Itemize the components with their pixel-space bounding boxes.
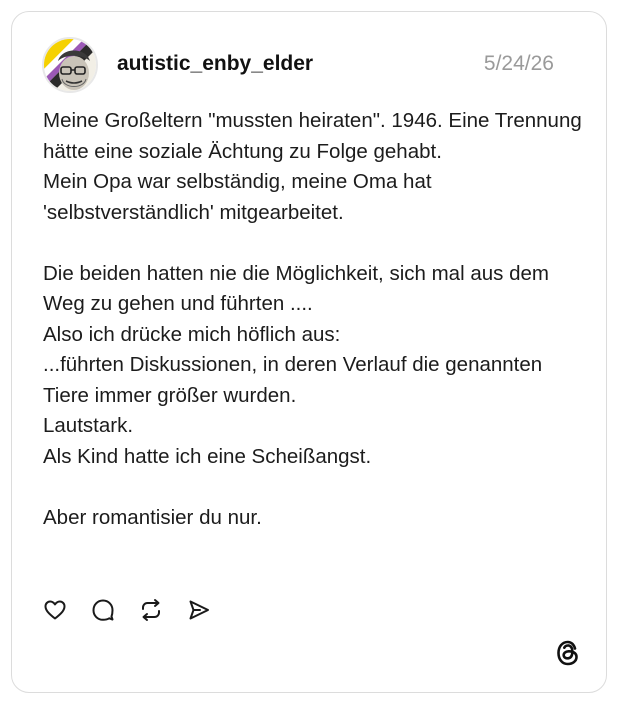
comment-button[interactable] — [90, 597, 116, 623]
post-body: Meine Großeltern "mussten heiraten". 194… — [43, 106, 583, 533]
comment-icon — [92, 599, 114, 621]
post-line: ...führten Diskussionen, in deren Verlau… — [43, 353, 548, 407]
like-button[interactable] — [42, 597, 68, 623]
threads-logo-icon — [557, 640, 578, 666]
post-line: Meine Großeltern "mussten heiraten". 194… — [43, 109, 588, 163]
avatar[interactable] — [42, 37, 98, 93]
post-line: Die beiden hatten nie die Möglichkeit, s… — [43, 261, 555, 316]
repost-icon — [142, 599, 160, 621]
username[interactable]: autistic_enby_elder — [117, 52, 313, 76]
post-card: autistic_enby_elder 5/24/26 Meine Großel… — [11, 11, 607, 693]
post-line: Aber romantisier du nur. — [43, 505, 262, 529]
share-button[interactable] — [186, 597, 212, 623]
post-line: Als Kind hatte ich eine Scheißangst. — [43, 444, 372, 468]
share-icon — [189, 600, 209, 620]
post-line: Also ich drücke mich höflich aus: — [43, 322, 341, 346]
post-line: Lautstark. — [43, 414, 134, 437]
repost-button[interactable] — [138, 597, 164, 623]
heart-icon — [44, 600, 66, 620]
post-line: Mein Opa war selbständig, meine Oma hat … — [43, 170, 438, 224]
post-line — [43, 228, 583, 259]
avatar-illustration — [44, 39, 96, 91]
post-actions — [42, 596, 212, 624]
threads-logo-icon[interactable] — [555, 639, 581, 667]
post-line — [43, 472, 583, 503]
post-date: 5/24/26 — [483, 52, 554, 75]
